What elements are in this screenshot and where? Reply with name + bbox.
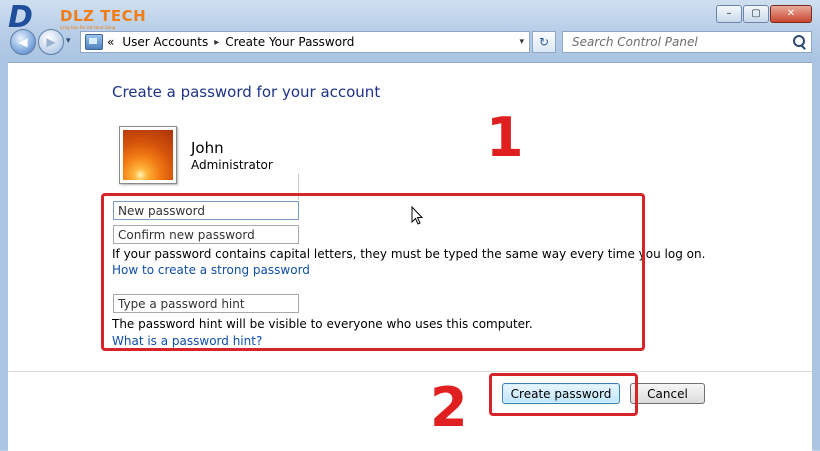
recent-pages-dropdown[interactable]: ▾ xyxy=(66,36,71,46)
forward-button[interactable]: ▶ xyxy=(38,29,64,55)
back-button[interactable]: ◀ xyxy=(10,29,36,55)
hint-notice: The password hint will be visible to eve… xyxy=(112,317,533,331)
logo-text: DLZ TECH xyxy=(60,7,147,25)
back-arrow-icon: ◀ xyxy=(18,35,28,49)
address-overflow-chevron[interactable]: « xyxy=(107,35,114,49)
forward-arrow-icon: ▶ xyxy=(46,35,56,49)
flower-picture-icon xyxy=(123,130,173,180)
annotation-label-1: 1 xyxy=(486,106,524,169)
breadcrumb-create-your-password[interactable]: Create Your Password xyxy=(225,35,354,49)
refresh-icon: ↻ xyxy=(538,35,550,49)
page-title: Create a password for your account xyxy=(112,83,381,101)
address-bar[interactable]: « User Accounts ▸ Create Your Password ▾ xyxy=(80,31,530,53)
close-button[interactable]: ✕ xyxy=(770,5,812,23)
password-hint-field[interactable] xyxy=(113,294,299,313)
search-icon[interactable] xyxy=(791,34,807,50)
strong-password-link[interactable]: How to create a strong password xyxy=(112,263,310,277)
annotation-label-2: 2 xyxy=(430,376,468,439)
breadcrumb-separator-icon[interactable]: ▸ xyxy=(214,37,219,48)
new-password-field[interactable] xyxy=(113,201,299,220)
search-box[interactable] xyxy=(562,31,812,53)
divider xyxy=(298,174,299,200)
window: D DLZ TECH Long Bao Ra Vat Hoat Dong – ▢… xyxy=(0,0,820,451)
avatar xyxy=(119,126,177,184)
user-name: John xyxy=(191,139,224,157)
what-is-hint-link[interactable]: What is a password hint? xyxy=(112,334,262,348)
user-role: Administrator xyxy=(191,158,273,172)
create-password-button[interactable]: Create password xyxy=(502,383,620,404)
cancel-button[interactable]: Cancel xyxy=(630,383,705,404)
search-input[interactable] xyxy=(570,34,791,50)
button-area-divider xyxy=(8,371,812,372)
address-dropdown-icon[interactable]: ▾ xyxy=(519,37,524,47)
confirm-password-field[interactable] xyxy=(113,225,299,244)
control-panel-icon xyxy=(85,34,103,50)
refresh-button[interactable]: ↻ xyxy=(532,31,556,53)
window-caption-buttons: – ▢ ✕ xyxy=(716,5,812,23)
minimize-button[interactable]: – xyxy=(716,5,742,23)
logo-tagline: Long Bao Ra Vat Hoat Dong xyxy=(60,25,116,30)
maximize-button[interactable]: ▢ xyxy=(743,5,769,23)
content-pane: Create a password for your account John … xyxy=(8,62,812,451)
caps-notice: If your password contains capital letter… xyxy=(112,247,706,261)
breadcrumb-user-accounts[interactable]: User Accounts xyxy=(122,35,208,49)
mouse-pointer-icon xyxy=(411,206,424,225)
